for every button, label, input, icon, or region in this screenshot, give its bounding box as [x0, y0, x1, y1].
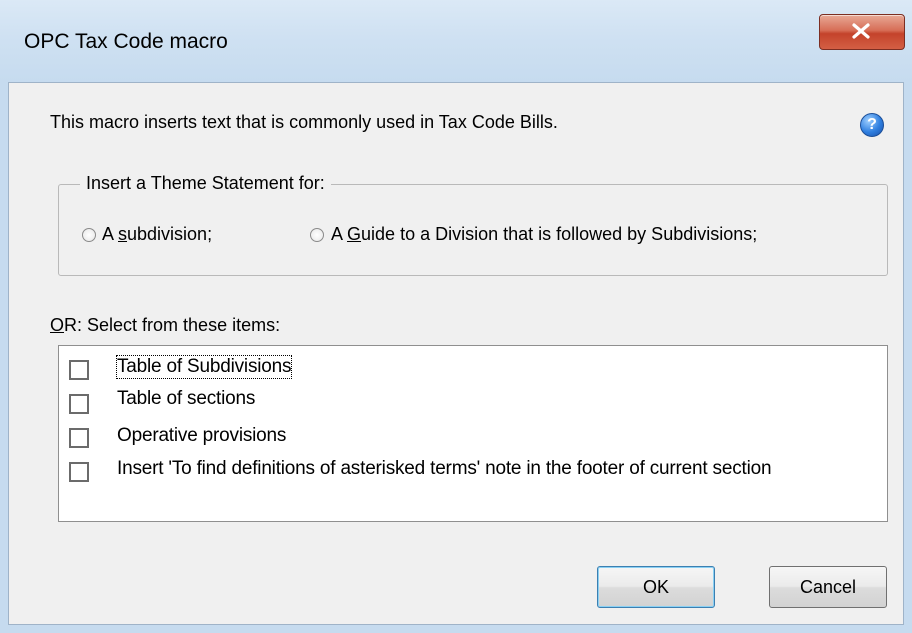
radio-subdivision[interactable] [82, 228, 96, 242]
checkbox[interactable] [69, 462, 89, 482]
cancel-button[interactable]: Cancel [769, 566, 887, 608]
title-bar: OPC Tax Code macro [0, 0, 912, 83]
window-frame-left [0, 82, 8, 633]
ok-button[interactable]: OK [597, 566, 715, 608]
radio-guide-to-division[interactable] [310, 228, 324, 242]
items-checklist[interactable]: Table of Subdivisions Table of sections … [58, 345, 888, 522]
select-items-label: OR: Select from these items: [50, 315, 281, 335]
list-item-table-of-subdivisions[interactable]: Table of Subdivisions [59, 352, 885, 386]
window-title: OPC Tax Code macro [24, 30, 228, 53]
checkbox[interactable] [69, 360, 89, 380]
close-button[interactable] [819, 14, 905, 50]
window-frame-bottom [0, 625, 912, 633]
close-icon [852, 23, 870, 39]
window-frame-right [904, 82, 912, 633]
checkbox[interactable] [69, 428, 89, 448]
intro-text: This macro inserts text that is commonly… [50, 112, 558, 132]
radio-subdivision-label[interactable]: A subdivision; [102, 224, 212, 245]
list-item-table-of-sections[interactable]: Table of sections [59, 386, 885, 420]
theme-statement-legend: Insert a Theme Statement for: [80, 173, 331, 194]
help-icon[interactable]: ? [860, 113, 884, 137]
list-item-operative-provisions[interactable]: Operative provisions [59, 422, 885, 456]
list-item-label: Insert 'To find definitions of asteriske… [117, 458, 772, 479]
list-item-label: Table of Subdivisions [115, 355, 293, 379]
radio-guide-to-division-label[interactable]: A Guide to a Division that is followed b… [331, 224, 757, 245]
list-item-label: Operative provisions [117, 425, 287, 446]
checkbox[interactable] [69, 394, 89, 414]
list-item-label: Table of sections [117, 388, 256, 409]
list-item-asterisked-terms-note[interactable]: Insert 'To find definitions of asteriske… [59, 456, 885, 490]
